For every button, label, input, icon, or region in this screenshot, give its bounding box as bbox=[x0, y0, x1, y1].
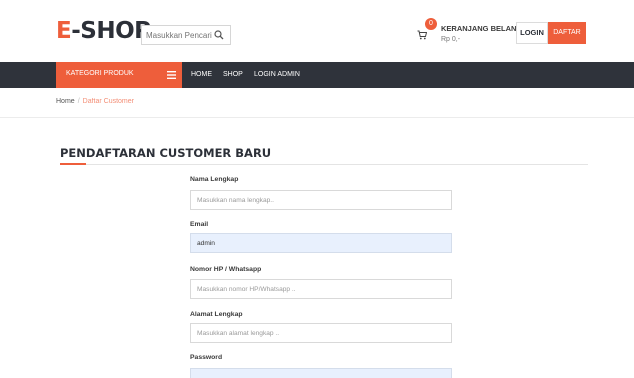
breadcrumb-current: Daftar Customer bbox=[82, 98, 134, 105]
main-navbar: KATEGORI PRODUK HOME SHOP LOGIN ADMIN bbox=[0, 62, 634, 88]
nav-item-home[interactable]: HOME bbox=[191, 71, 212, 78]
page-title: PENDAFTARAN CUSTOMER BARU bbox=[60, 146, 272, 160]
category-menu-label: KATEGORI PRODUK bbox=[66, 70, 134, 77]
logo-text: -SHOP bbox=[71, 18, 151, 44]
search-icon[interactable] bbox=[214, 30, 224, 40]
menu-icon bbox=[167, 71, 176, 79]
nav-item-login-admin[interactable]: LOGIN ADMIN bbox=[254, 71, 300, 78]
address-field[interactable] bbox=[190, 323, 452, 343]
full-name-label: Nama Lengkap bbox=[190, 176, 239, 183]
cart-icon[interactable] bbox=[417, 30, 427, 40]
password-field[interactable] bbox=[190, 368, 452, 378]
full-name-field[interactable] bbox=[190, 190, 452, 210]
title-divider bbox=[60, 164, 588, 165]
login-button[interactable]: LOGIN bbox=[516, 22, 548, 44]
cart-count-badge: 0 bbox=[425, 18, 437, 30]
breadcrumb-bar: Home / Daftar Customer bbox=[0, 88, 634, 118]
phone-label: Nomor HP / Whatsapp bbox=[190, 266, 262, 273]
site-logo[interactable]: E-SHOP bbox=[56, 18, 151, 44]
email-label: Email bbox=[190, 221, 209, 228]
logo-letter-e: E bbox=[56, 18, 72, 44]
email-field[interactable] bbox=[190, 233, 452, 253]
nav-item-shop[interactable]: SHOP bbox=[223, 71, 243, 78]
phone-field[interactable] bbox=[190, 279, 452, 299]
register-button[interactable]: DAFTAR bbox=[548, 22, 586, 44]
password-label: Password bbox=[190, 354, 223, 361]
address-label: Alamat Lengkap bbox=[190, 311, 243, 318]
cart-total: Rp 0,- bbox=[441, 36, 461, 43]
category-menu-button[interactable]: KATEGORI PRODUK bbox=[56, 62, 182, 88]
search-input[interactable] bbox=[146, 28, 212, 42]
title-accent-bar bbox=[60, 163, 86, 165]
breadcrumb-home-link[interactable]: Home bbox=[56, 98, 75, 105]
site-header: E-SHOP 0 KERANJANG BELANJA : Rp 0,- LOGI… bbox=[0, 0, 634, 62]
breadcrumb-separator: / bbox=[77, 98, 80, 105]
search-box bbox=[141, 25, 231, 45]
breadcrumb: Home / Daftar Customer bbox=[56, 98, 134, 105]
